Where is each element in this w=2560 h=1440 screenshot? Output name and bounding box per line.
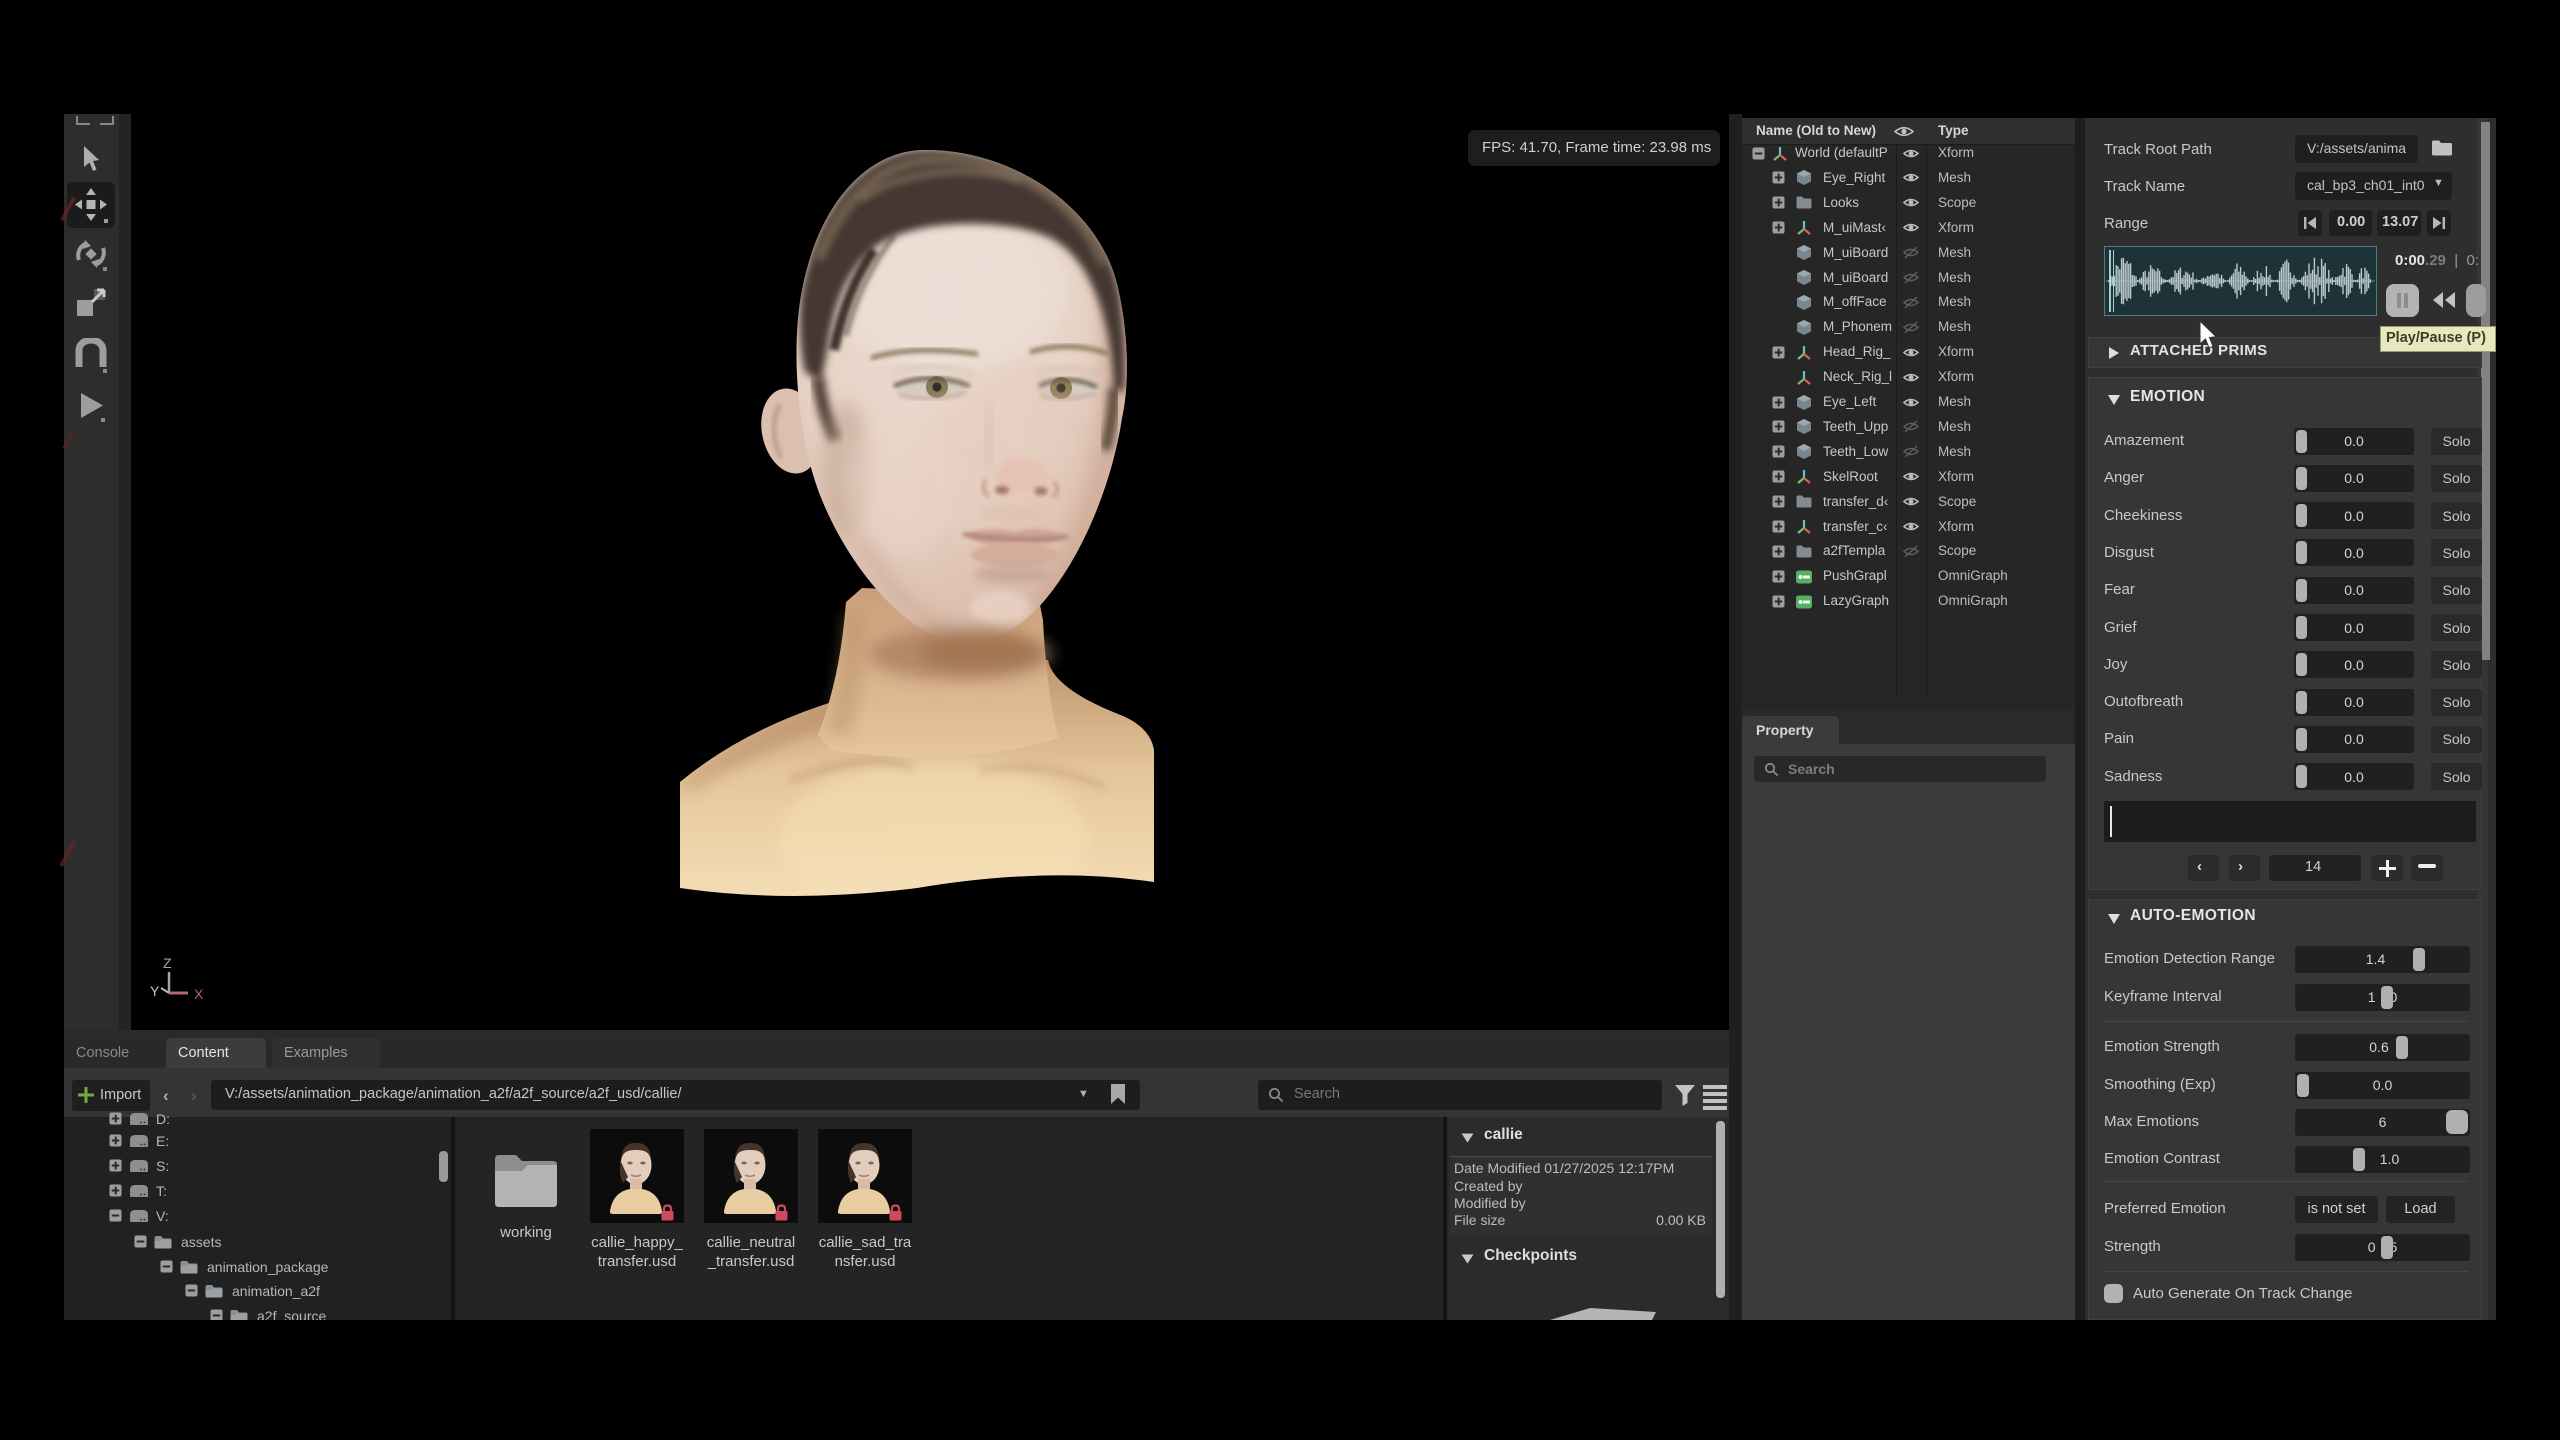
svg-text:Y: Y [150, 983, 160, 999]
svg-text:Z: Z [163, 955, 172, 971]
svg-text:X: X [194, 986, 204, 1002]
